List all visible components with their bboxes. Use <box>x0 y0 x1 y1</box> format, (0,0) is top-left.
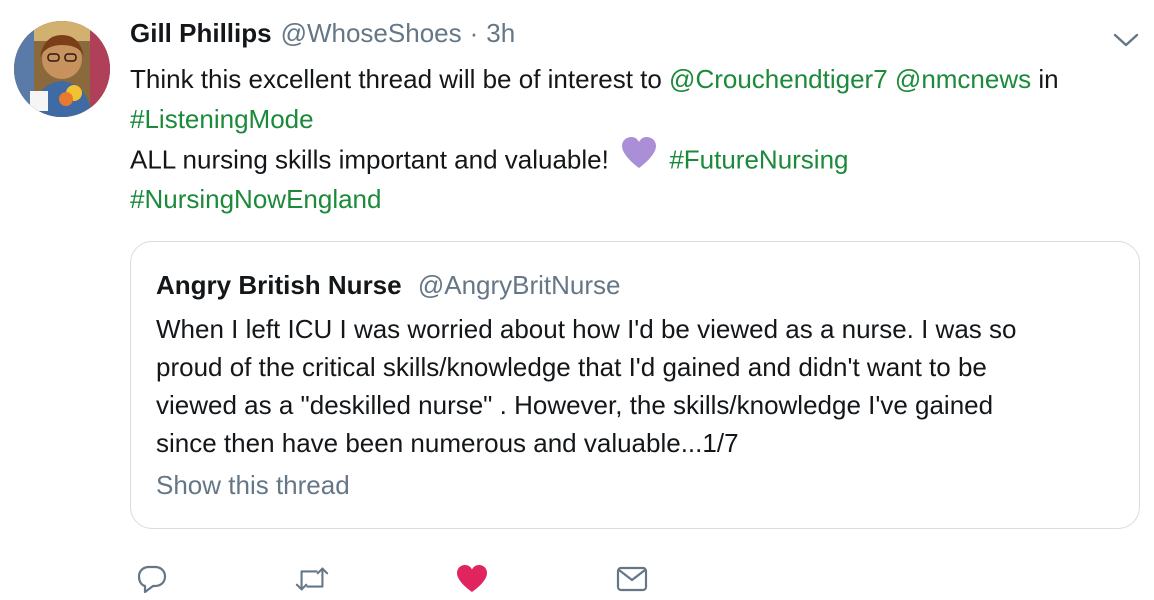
tweet-menu-button[interactable] <box>1112 30 1140 50</box>
reply-icon <box>137 565 167 594</box>
quoted-tweet-card[interactable]: Angry British Nurse @AngryBritNurse When… <box>130 241 1140 529</box>
quoted-text-line: When I left ICU I was worried about how … <box>156 314 1017 344</box>
like-button[interactable] <box>454 562 490 596</box>
tweet-text-segment: ALL nursing skills important and valuabl… <box>130 144 617 175</box>
tweet-text: Think this excellent thread will be of i… <box>130 59 1140 219</box>
heart-icon <box>457 565 487 592</box>
quoted-tweet-header: Angry British Nurse @AngryBritNurse <box>156 270 621 301</box>
tweet-text-line: Think this excellent thread will be of i… <box>130 59 1140 99</box>
tweet-text-segment: Think this excellent thread will be of i… <box>130 64 670 94</box>
tweet-text-line: #NursingNowEngland <box>130 179 1140 219</box>
quoted-author-name: Angry British Nurse <box>156 270 402 300</box>
header-separator: · <box>469 18 479 48</box>
retweet-button[interactable] <box>294 562 330 596</box>
tweet-header: Gill Phillips @WhoseShoes · 3h <box>130 18 515 54</box>
author-handle[interactable]: @WhoseShoes <box>281 18 462 49</box>
quoted-text-line: since then have been numerous and valuab… <box>156 428 739 458</box>
hashtag-link[interactable]: #FutureNursing <box>669 144 848 174</box>
quoted-tweet-text: When I left ICU I was worried about how … <box>156 310 1116 462</box>
direct-message-button[interactable] <box>614 562 650 596</box>
tweet-text-line: #ListeningMode <box>130 99 1140 139</box>
chevron-down-icon <box>1113 33 1139 47</box>
mention-link[interactable]: @nmcnews <box>895 64 1031 94</box>
quoted-text-line: proud of the critical skills/knowledge t… <box>156 352 987 382</box>
quoted-text-line: viewed as a "deskilled nurse" . However,… <box>156 390 994 420</box>
author-name[interactable]: Gill Phillips <box>130 18 272 49</box>
mention-link[interactable]: @Crouchendtiger7 <box>669 64 888 94</box>
tweet-text-segment <box>888 64 895 94</box>
purple-heart-emoji-icon <box>620 136 658 181</box>
quoted-author-handle: @AngryBritNurse <box>417 270 621 300</box>
hashtag-link[interactable]: #NursingNowEngland <box>130 184 381 214</box>
hashtag-link[interactable]: #ListeningMode <box>130 104 314 134</box>
retweet-icon <box>295 567 329 591</box>
tweet-text-line: ALL nursing skills important and valuabl… <box>130 136 1140 181</box>
avatar-photo <box>14 21 110 117</box>
show-thread-link[interactable]: Show this thread <box>156 470 350 501</box>
reply-button[interactable] <box>134 562 170 596</box>
author-avatar[interactable] <box>14 21 110 117</box>
mail-icon <box>616 566 648 592</box>
tweet-text-segment: in <box>1031 64 1059 94</box>
tweet-timestamp[interactable]: 3h <box>486 18 515 49</box>
